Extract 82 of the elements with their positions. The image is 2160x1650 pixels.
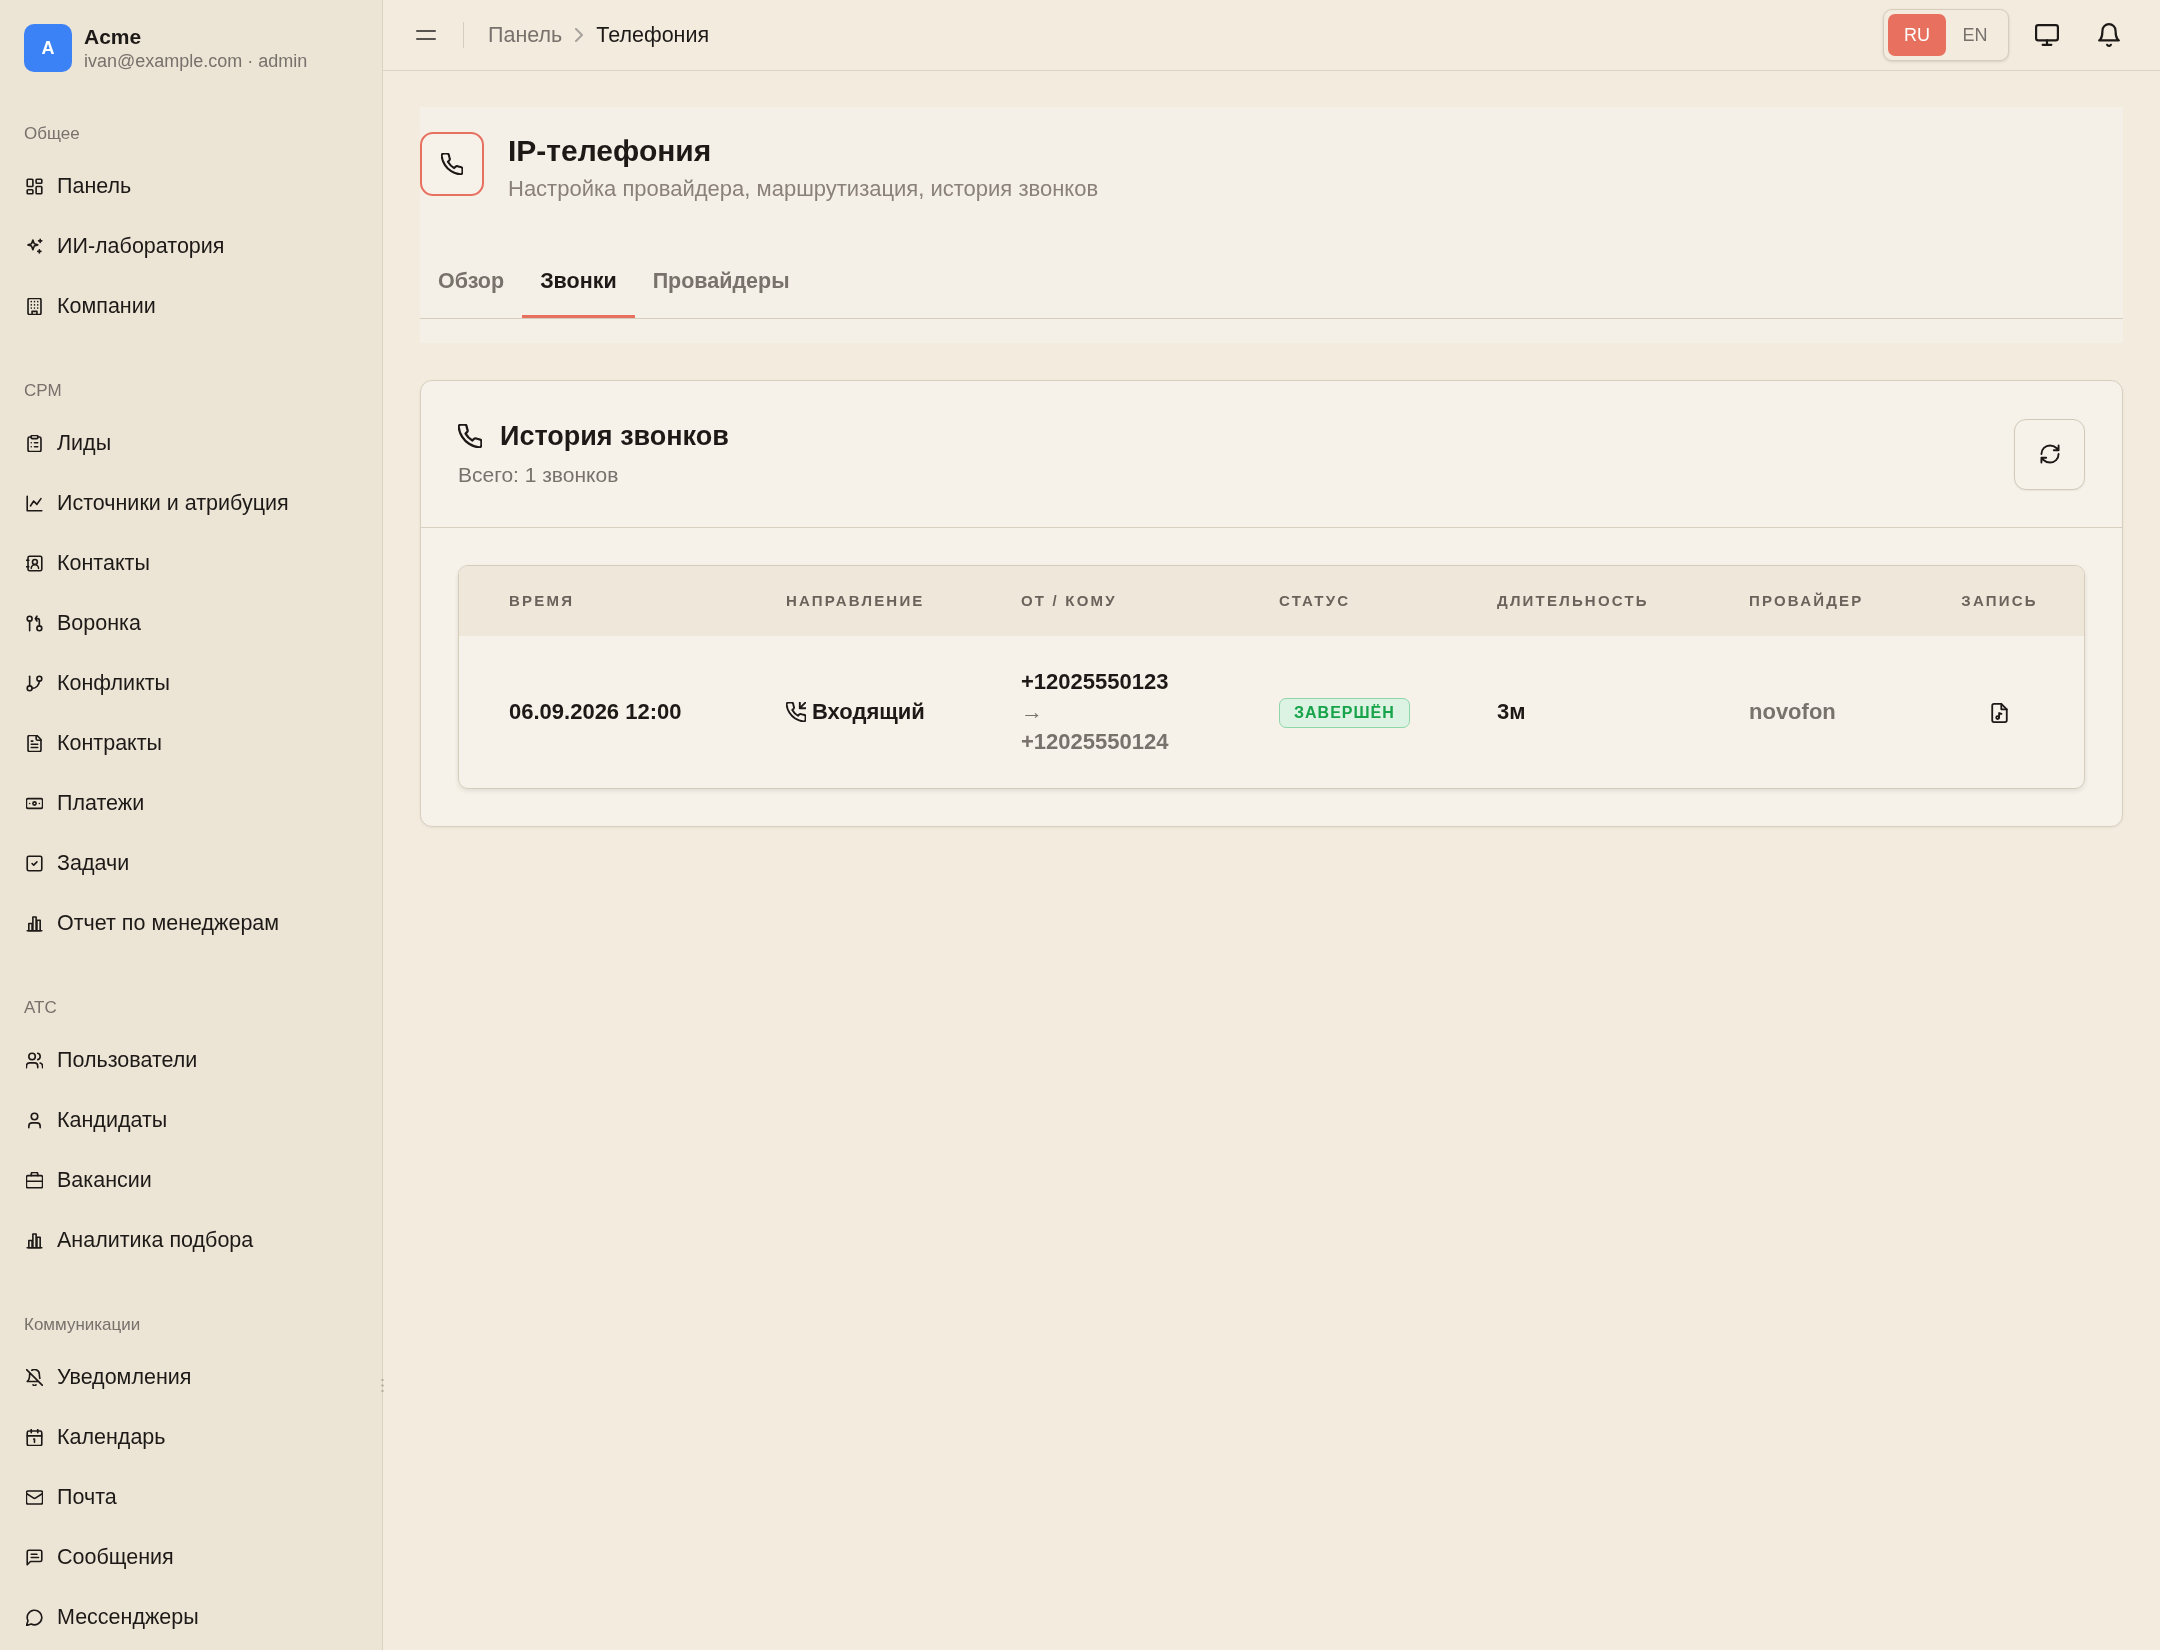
column-header: ОТ / КОМУ xyxy=(996,566,1254,636)
table-cell: 06.09.2026 12:00 xyxy=(459,636,761,788)
clipboard-icon xyxy=(26,434,43,452)
breadcrumb-current: Телефония xyxy=(596,22,710,49)
monitor-icon[interactable] xyxy=(2035,23,2059,47)
breadcrumb-link[interactable]: Панель xyxy=(488,20,563,50)
language-option[interactable]: EN xyxy=(1946,14,2004,56)
line-chart-icon xyxy=(26,494,43,512)
column-header: ДЛИТЕЛЬНОСТЬ xyxy=(1472,566,1724,636)
callee-number: +12025550124 xyxy=(1021,728,1170,756)
branch-icon xyxy=(26,674,43,692)
page-subtitle: Настройка провайдера, маршрутизация, история звонков xyxy=(508,175,1099,203)
section-label: CPM xyxy=(24,380,62,402)
sidebar-item[interactable]: Уведомления xyxy=(24,1347,366,1407)
sidebar-item[interactable]: Платежи xyxy=(24,773,366,833)
audio-file-icon[interactable] xyxy=(1991,703,2008,724)
sidebar-item[interactable]: Календарь xyxy=(24,1407,366,1467)
sidebar-item[interactable]: Панель xyxy=(24,156,366,216)
brand-name: Acme xyxy=(84,24,143,50)
page-title: IP-телефония xyxy=(508,133,713,169)
avatar: A xyxy=(24,24,72,72)
sidebar-item[interactable]: Почта xyxy=(24,1467,366,1527)
sidebar-item[interactable]: Отчет по менеджерам xyxy=(24,893,366,953)
route-arrow: → xyxy=(1021,698,1044,726)
sidebar-item[interactable]: Конфликты xyxy=(24,653,366,713)
table-cell: 3м xyxy=(1472,636,1724,788)
card-title: История звонков xyxy=(500,420,729,453)
sparkles-icon xyxy=(26,237,43,255)
column-header: СТАТУС xyxy=(1254,566,1472,636)
sidebar-item[interactable]: Пользователи xyxy=(24,1030,366,1090)
call-count: Всего: 1 звонков xyxy=(458,462,620,488)
bell-off-icon xyxy=(26,1368,43,1386)
phone-icon xyxy=(458,424,482,448)
chat-bubble-icon xyxy=(26,1608,43,1626)
column-header: ПРОВАЙДЕР xyxy=(1724,566,1936,636)
bell-icon[interactable] xyxy=(2097,23,2121,47)
bar-chart-icon xyxy=(26,914,43,932)
sidebar-item[interactable]: Мессенджеры xyxy=(24,1587,366,1647)
caller-number: +12025550123 xyxy=(1021,668,1170,696)
resize-grip-icon[interactable] xyxy=(380,1378,385,1393)
refresh-icon xyxy=(2039,444,2060,464)
contact-card-icon xyxy=(26,554,43,572)
sidebar-item[interactable]: Вакансии xyxy=(24,1150,366,1210)
sidebar-item[interactable]: Воронка xyxy=(24,593,366,653)
refresh-button[interactable] xyxy=(2014,418,2085,490)
users-icon xyxy=(26,1051,43,1069)
column-header: ЗАПИСЬ xyxy=(1936,566,2084,636)
sidebar-item[interactable]: Сообщения xyxy=(24,1527,366,1587)
sidebar-item[interactable]: Источники и атрибуция xyxy=(24,473,366,533)
building-icon xyxy=(26,297,43,315)
sidebar-item[interactable]: Контакты xyxy=(24,533,366,593)
sidebar-item[interactable]: Аналитика подбора xyxy=(24,1210,366,1270)
column-header: НАПРАВЛЕНИЕ xyxy=(761,566,996,636)
bar-chart-icon xyxy=(26,1231,43,1249)
grid-icon xyxy=(26,177,43,195)
briefcase-icon xyxy=(26,1171,43,1189)
direction-label: Входящий xyxy=(812,698,925,726)
incoming-call-icon xyxy=(786,702,806,722)
document-icon xyxy=(26,734,43,752)
mail-icon xyxy=(26,1488,43,1506)
section-label: Общее xyxy=(24,123,80,145)
sidebar-item[interactable]: Компании xyxy=(24,276,366,336)
sidebar-item[interactable]: ИИ-лаборатория xyxy=(24,216,366,276)
menu-icon[interactable] xyxy=(416,28,436,42)
calendar-icon xyxy=(26,1428,43,1446)
pull-request-icon xyxy=(26,614,43,632)
tab[interactable]: Звонки xyxy=(522,246,635,318)
tab[interactable]: Провайдеры xyxy=(634,246,808,318)
chevron-right-icon xyxy=(574,28,585,42)
status-badge: ЗАВЕРШЁН xyxy=(1279,698,1410,728)
column-header: ВРЕМЯ xyxy=(459,566,761,636)
tab[interactable]: Обзор xyxy=(420,246,523,318)
section-label: ATC xyxy=(24,997,57,1019)
section-label: Коммуникации xyxy=(24,1314,141,1336)
sidebar-item[interactable]: Задачи xyxy=(24,833,366,893)
table-cell: novofon xyxy=(1724,636,1936,788)
sidebar-item[interactable]: Лиды xyxy=(24,413,366,473)
check-square-icon xyxy=(26,854,43,872)
user-icon xyxy=(26,1111,43,1129)
sidebar-item[interactable]: Контракты xyxy=(24,713,366,773)
account-email: ivan@example.com · admin xyxy=(84,50,308,72)
sidebar-item[interactable]: Кандидаты xyxy=(24,1090,366,1150)
